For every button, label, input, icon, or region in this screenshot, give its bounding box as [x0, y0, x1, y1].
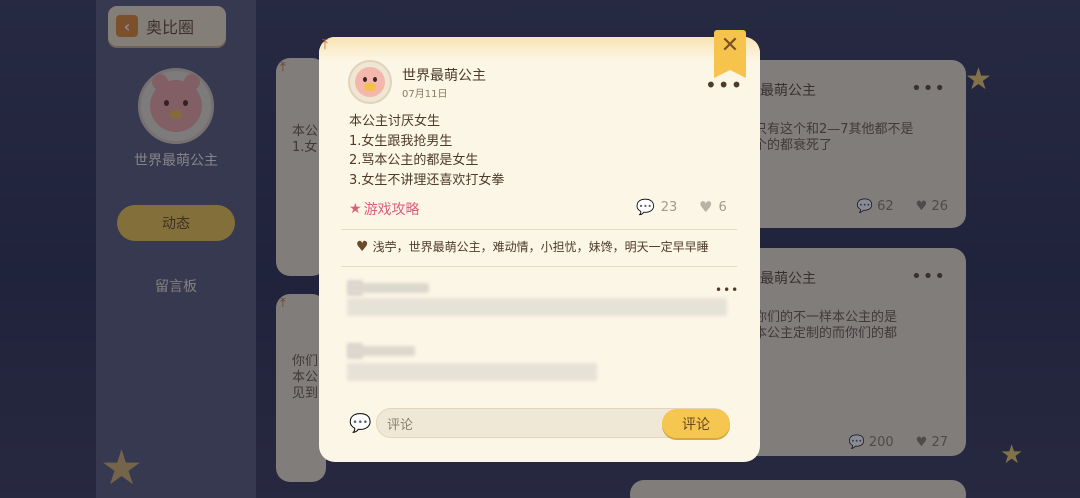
post-detail-dialog: 世界最萌公主 07月11日 ••• 本公主讨厌女生 1.女生跟我抢男生 2.骂本… — [319, 37, 760, 462]
divider — [341, 229, 737, 230]
liked-by-list[interactable]: ♥ 浅苧，世界最萌公主，难动情，小担忧，妹馋，明天一定早早睡 — [356, 238, 709, 255]
pin-icon: ⤒ — [321, 37, 329, 53]
author-name[interactable]: 世界最萌公主 — [402, 65, 486, 85]
commenter-name — [349, 346, 415, 356]
chick-avatar-icon — [355, 67, 385, 97]
comment-bubble-icon: 💬 — [349, 413, 372, 434]
comment-count[interactable]: 💬 23 — [636, 198, 677, 216]
close-icon: ✕ — [720, 33, 740, 58]
divider — [341, 266, 737, 267]
post-line: 2.骂本公主的都是女生 — [349, 153, 479, 168]
dialog-header-band — [319, 37, 760, 61]
post-tag[interactable]: ★ 游戏攻略 — [349, 199, 420, 219]
commenter-name — [349, 283, 429, 293]
comment-text — [347, 298, 727, 316]
like-button[interactable]: ♥ 6 — [699, 198, 727, 216]
post-tag-label: 游戏攻略 — [363, 202, 420, 218]
comment-count-value: 23 — [660, 199, 678, 215]
post-line: 1.女生跟我抢男生 — [349, 133, 453, 149]
more-icon[interactable]: ••• — [705, 75, 743, 95]
more-icon[interactable]: ••• — [715, 284, 739, 296]
post-line: 本公主讨厌女生 — [349, 114, 441, 129]
comment-text — [347, 363, 597, 381]
post-body: 本公主讨厌女生 1.女生跟我抢男生 2.骂本公主的都是女生 3.女生不讲理还喜欢… — [349, 112, 504, 190]
comment-bubble-icon: 💬 — [636, 198, 655, 216]
heart-icon: ♥ — [356, 238, 369, 255]
star-icon: ★ — [349, 201, 362, 217]
like-count-value: 6 — [718, 199, 727, 215]
comment-submit-button[interactable]: 评论 — [662, 409, 730, 438]
heart-icon: ♥ — [699, 198, 713, 216]
liked-by-names: 浅苧，世界最萌公主，难动情，小担忧，妹馋，明天一定早早睡 — [372, 240, 709, 254]
post-line: 3.女生不讲理还喜欢打女拳 — [349, 172, 505, 188]
close-button[interactable]: ✕ — [714, 30, 746, 78]
author-avatar[interactable] — [348, 60, 392, 104]
post-date: 07月11日 — [402, 89, 448, 100]
